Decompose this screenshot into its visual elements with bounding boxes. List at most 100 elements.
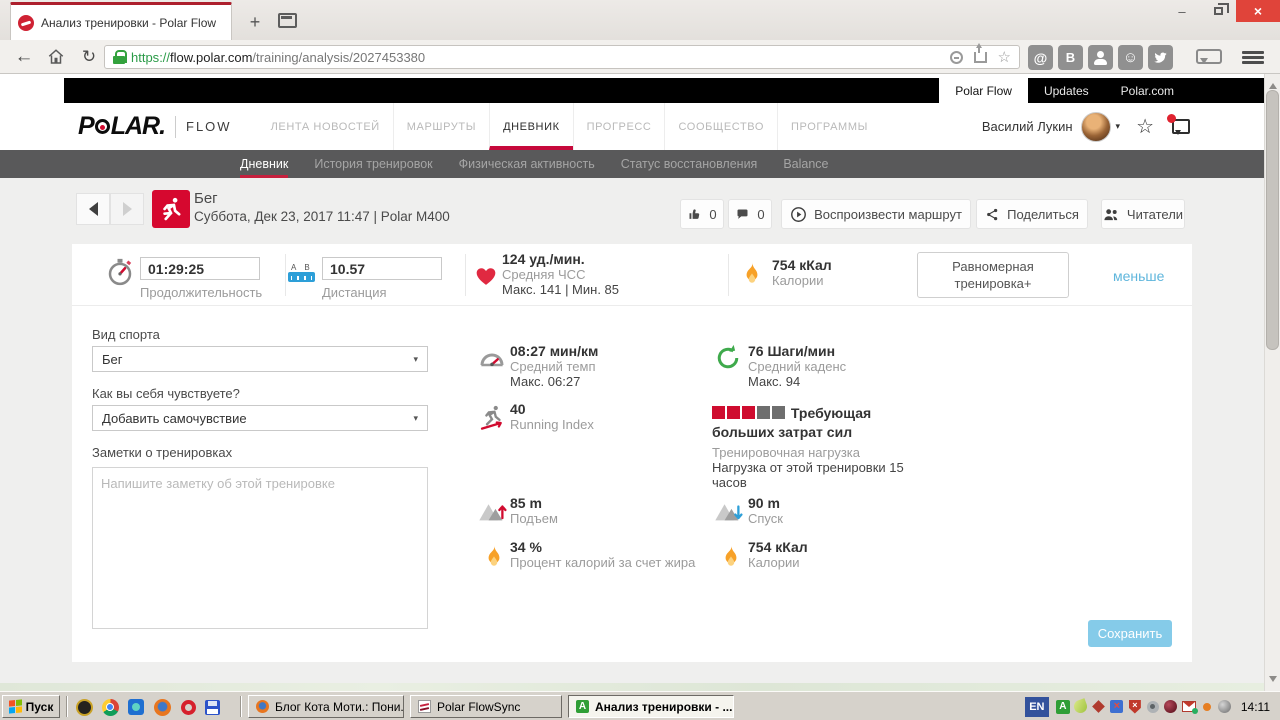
polar-flow-logo[interactable]: PLAR. FLOW: [78, 112, 232, 141]
vk-extension-icon[interactable]: B: [1058, 45, 1083, 70]
myworld-extension-icon[interactable]: ☺: [1118, 45, 1143, 70]
tray-plugin-blocked-icon[interactable]: ×: [1109, 699, 1125, 715]
replay-route-button[interactable]: Воспроизвести маршрут: [781, 199, 971, 229]
replay-route-label: Воспроизвести маршрут: [814, 207, 962, 222]
subnav-history[interactable]: История тренировок: [314, 150, 432, 178]
share-button[interactable]: Поделиться: [976, 199, 1088, 229]
feeling-select[interactable]: Добавить самочувствие▾: [92, 405, 428, 431]
tray-red-asterisk-icon[interactable]: [1091, 699, 1107, 715]
tray-clock[interactable]: 14:11: [1241, 700, 1270, 714]
like-button[interactable]: 0: [680, 199, 724, 229]
quicklaunch-chrome-icon[interactable]: [100, 697, 120, 717]
share-page-icon[interactable]: [974, 52, 987, 63]
subnav-recovery[interactable]: Статус восстановления: [621, 150, 758, 178]
tab-groups-icon[interactable]: [278, 13, 297, 28]
next-training-button[interactable]: [110, 193, 144, 225]
save-button[interactable]: Сохранить: [1088, 620, 1172, 647]
tray-mail-check-icon[interactable]: [1181, 699, 1197, 715]
topbar-link-polar-com[interactable]: Polar.com: [1105, 78, 1190, 103]
duration-input[interactable]: [140, 257, 260, 280]
odnoklassniki-extension-icon[interactable]: [1088, 45, 1113, 70]
taskbar-button-analysis-active[interactable]: A Анализ тренировки - ...: [568, 695, 734, 718]
reader-mode-icon[interactable]: [950, 51, 963, 64]
twitter-extension-icon[interactable]: [1148, 45, 1173, 70]
minimize-button[interactable]: –: [1164, 0, 1200, 22]
nav-community[interactable]: СООБЩЕСТВО: [664, 103, 777, 150]
notes-textarea[interactable]: [92, 467, 428, 629]
nav-progress[interactable]: ПРОГРЕСС: [573, 103, 665, 150]
readers-button[interactable]: Читатели: [1101, 199, 1185, 229]
quicklaunch-blue-app-icon[interactable]: [126, 697, 146, 717]
subnav-balance[interactable]: Balance: [783, 150, 828, 178]
browser-tab[interactable]: Анализ тренировки - Polar Flow: [10, 2, 232, 40]
notifications-flag-icon[interactable]: [1172, 119, 1190, 134]
topbar-link-polar-flow[interactable]: Polar Flow: [939, 78, 1028, 103]
scrollbar-up-icon[interactable]: [1269, 79, 1277, 89]
subnav-activity[interactable]: Физическая активность: [459, 150, 595, 178]
feeling-label: Как вы себя чувствуете?: [92, 386, 240, 401]
page-scrollbar[interactable]: [1264, 74, 1280, 691]
cadence-label: Средний каденс: [748, 359, 846, 374]
quicklaunch-opera-icon[interactable]: [178, 697, 198, 717]
user-menu-caret-icon[interactable]: ▾: [1116, 121, 1121, 132]
duration-label: Продолжительность: [140, 285, 262, 300]
taskbar-button-blog[interactable]: Блог Кота Моти.: Пони...: [248, 695, 404, 718]
scrollbar-thumb[interactable]: [1266, 90, 1279, 350]
pace-extra: Макс. 06:27: [510, 374, 598, 389]
refresh-icon[interactable]: ↻: [76, 40, 102, 74]
readers-people-icon: [1103, 207, 1120, 222]
mailru-extension-icon[interactable]: @: [1028, 45, 1053, 70]
main-nav: ЛЕНТА НОВОСТЕЙ МАРШРУТЫ ДНЕВНИК ПРОГРЕСС…: [258, 103, 881, 150]
tray-webcam-icon[interactable]: [1145, 699, 1161, 715]
training-benefit-button[interactable]: Равномерная тренировка+: [917, 252, 1069, 298]
distance-label: Дистанция: [322, 285, 387, 300]
taskbar-button-flowsync[interactable]: Polar FlowSync: [410, 695, 562, 718]
calories2-value: 754 кКал: [748, 540, 808, 555]
tray-leaf-icon[interactable]: [1073, 699, 1089, 715]
tray-orange-ring-icon[interactable]: [1199, 699, 1215, 715]
favorites-star-icon[interactable]: ☆: [1136, 117, 1154, 137]
prev-training-button[interactable]: [76, 193, 110, 225]
bookmark-star-icon[interactable]: ☆: [998, 50, 1011, 65]
comment-button[interactable]: 0: [728, 199, 772, 229]
cadence-extra: Макс. 94: [748, 374, 846, 389]
home-icon[interactable]: [42, 40, 70, 74]
topbar-link-updates[interactable]: Updates: [1028, 78, 1105, 103]
load-square-filled: [742, 406, 755, 419]
start-button[interactable]: Пуск: [2, 695, 60, 718]
url-host: flow.polar.com: [170, 50, 252, 65]
nav-diary[interactable]: ДНЕВНИК: [489, 103, 573, 150]
new-tab-button[interactable]: +: [242, 10, 268, 34]
ascent-value: 85 m: [510, 496, 558, 511]
quicklaunch-daemon-icon[interactable]: [74, 697, 94, 717]
chat-bubble-icon[interactable]: [1196, 49, 1222, 64]
nav-feed[interactable]: ЛЕНТА НОВОСТЕЙ: [258, 103, 393, 150]
calories2-label: Калории: [748, 555, 808, 570]
restore-button[interactable]: [1200, 0, 1236, 22]
scrollbar-down-icon[interactable]: [1269, 676, 1277, 686]
close-button[interactable]: ×: [1236, 0, 1280, 22]
nav-programs[interactable]: ПРОГРАММЫ: [777, 103, 881, 150]
quicklaunch-floppy-icon[interactable]: [202, 697, 222, 717]
sub-nav: Дневник История тренировок Физическая ак…: [0, 150, 1264, 178]
language-indicator[interactable]: EN: [1025, 697, 1049, 717]
tray-green-a-icon[interactable]: A: [1055, 699, 1071, 715]
tray-darkred-swirl-icon[interactable]: [1163, 699, 1179, 715]
calories-label: Калории: [772, 273, 832, 288]
url-bar[interactable]: https://flow.polar.com/training/analysis…: [104, 45, 1020, 69]
sport-select[interactable]: Бег▾: [92, 346, 428, 372]
nav-routes[interactable]: МАРШРУТЫ: [393, 103, 489, 150]
subnav-diary[interactable]: Дневник: [240, 150, 288, 178]
back-icon[interactable]: ←: [10, 40, 38, 74]
training-title: Бег: [194, 190, 218, 207]
user-avatar[interactable]: [1081, 112, 1111, 142]
menu-hamburger-icon[interactable]: [1242, 51, 1264, 64]
calories-value: 754 кКал: [772, 258, 832, 273]
quicklaunch-firefox-icon[interactable]: [152, 697, 172, 717]
tray-gray-swirl-icon[interactable]: [1217, 699, 1233, 715]
tray-shield-icon[interactable]: ×: [1127, 699, 1143, 715]
distance-input[interactable]: [322, 257, 442, 280]
user-name[interactable]: Василий Лукин: [982, 119, 1073, 134]
windows-logo-icon: [9, 699, 22, 713]
less-link[interactable]: меньше: [1113, 268, 1164, 284]
